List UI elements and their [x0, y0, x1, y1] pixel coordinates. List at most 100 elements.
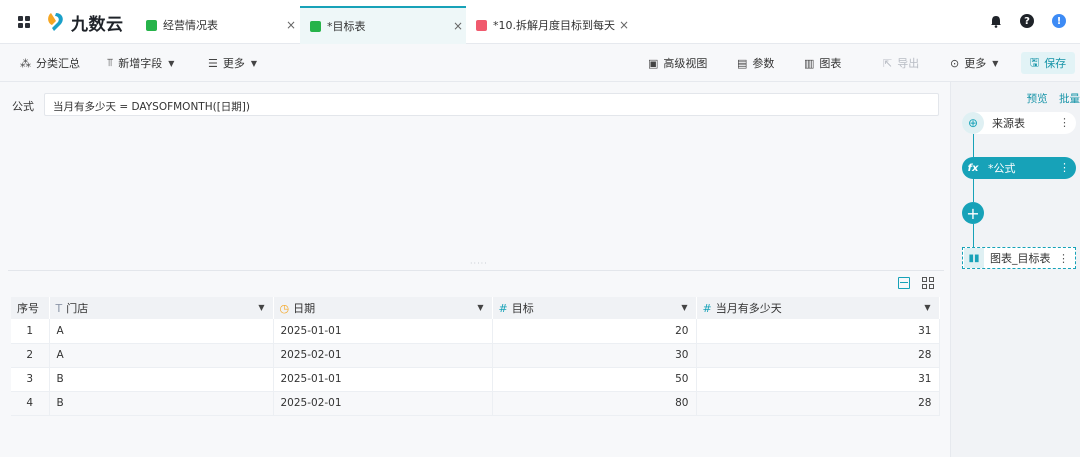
tab-business-status[interactable]: 经营情况表 × — [146, 6, 300, 44]
params-button[interactable]: ▤ 参数 — [737, 55, 774, 71]
flow-connector — [973, 134, 974, 159]
cell-target[interactable]: 30 — [492, 343, 697, 368]
formula-label: 公式 — [12, 100, 34, 113]
flow-connector — [973, 179, 974, 202]
app-logo[interactable]: 九数云 — [46, 10, 124, 35]
number-type-icon: # — [498, 302, 508, 315]
table-row[interactable]: 2 A 2025-02-01 30 28 — [11, 343, 940, 368]
advanced-view-button[interactable]: ▣ 高级视图 — [648, 55, 707, 71]
logo-mark-icon — [46, 11, 66, 33]
cell-date[interactable]: 2025-02-01 — [273, 391, 493, 416]
table-view-icon[interactable] — [898, 277, 910, 289]
column-header-label: 日期 — [293, 302, 316, 315]
more-vertical-icon[interactable]: ⋮ — [1059, 116, 1070, 129]
top-right-actions: ? ! — [990, 14, 1066, 28]
bell-icon[interactable] — [990, 15, 1002, 28]
list-icon: ☰ — [208, 56, 218, 70]
caret-down-icon: ▼ — [168, 58, 175, 68]
column-header-days-in-month[interactable]: # 当月有多少天 ▼ — [696, 297, 940, 319]
add-field-button[interactable]: ⫪ 新增字段 ▼ — [107, 55, 174, 71]
cell-days[interactable]: 31 — [696, 367, 940, 392]
toolbar: ⁂ 分类汇总 ⫪ 新增字段 ▼ ☰ 更多 ▼ ▣ 高级视图 ▤ 参数 ▥ 图表 … — [0, 44, 1080, 82]
cell-target[interactable]: 20 — [492, 319, 697, 344]
logo-text: 九数云 — [71, 14, 124, 35]
node-label: 来源表 — [992, 117, 1025, 130]
column-header-index[interactable]: 序号 — [11, 297, 50, 319]
bar-chart-icon: ▮▮ — [964, 248, 984, 268]
table-row[interactable]: 3 B 2025-01-01 50 31 — [11, 367, 940, 392]
add-step-button[interactable]: + — [962, 202, 984, 224]
more-button[interactable]: ☰ 更多 ▼ — [208, 55, 257, 71]
column-header-label: 当月有多少天 — [715, 302, 782, 315]
tab-monthly-breakdown[interactable]: *10.拆解月度目标到每天 × — [476, 6, 636, 44]
batch-link[interactable]: 批量 — [1059, 93, 1080, 105]
cell-target[interactable]: 80 — [492, 391, 697, 416]
column-header-store[interactable]: T 门店 ▼ — [49, 297, 274, 319]
column-header-label: 目标 — [511, 302, 534, 315]
flow-node-source[interactable]: ⊕ 来源表 ⋮ — [962, 112, 1076, 134]
group-icon: ⁂ — [20, 56, 31, 70]
cell-store[interactable]: B — [49, 367, 274, 392]
cell-store[interactable]: A — [49, 343, 274, 368]
close-icon[interactable]: × — [453, 19, 463, 33]
caret-down-icon: ▼ — [250, 58, 258, 68]
splitter[interactable] — [8, 270, 944, 271]
cell-store[interactable]: B — [49, 391, 274, 416]
ellipsis-circle-icon: ⊙ — [950, 56, 960, 70]
close-icon[interactable]: × — [619, 18, 629, 32]
user-avatar-icon[interactable]: ! — [1052, 14, 1066, 28]
node-label: *公式 — [988, 162, 1016, 175]
chart-button[interactable]: ▥ 图表 — [804, 55, 841, 71]
more-actions-label: 更多 — [964, 57, 987, 70]
table-row[interactable]: 4 B 2025-02-01 80 28 — [11, 391, 940, 416]
more-actions-button[interactable]: ⊙ 更多 ▼ — [950, 55, 998, 71]
table-row[interactable]: 1 A 2025-01-01 20 31 — [11, 319, 940, 344]
cell-target[interactable]: 50 — [492, 367, 697, 392]
cell-days[interactable]: 31 — [696, 319, 940, 344]
caret-down-icon[interactable]: ▼ — [258, 303, 264, 312]
caret-down-icon[interactable]: ▼ — [924, 303, 930, 312]
params-icon: ▤ — [737, 56, 748, 70]
cell-date[interactable]: 2025-01-01 — [273, 319, 493, 344]
cell-days[interactable]: 28 — [696, 343, 940, 368]
cell-date[interactable]: 2025-01-01 — [273, 367, 493, 392]
resize-handle[interactable]: ····· — [470, 259, 488, 268]
more-vertical-icon[interactable]: ⋮ — [1059, 161, 1070, 174]
column-header-label: 门店 — [66, 302, 89, 315]
apps-grid-icon[interactable] — [18, 16, 30, 28]
number-type-icon: # — [702, 302, 712, 315]
help-icon[interactable]: ? — [1020, 14, 1034, 28]
formula-input[interactable]: 当月有多少天 = DAYSOFMONTH([日期]) — [44, 93, 939, 116]
column-header-target[interactable]: # 目标 ▼ — [492, 297, 697, 319]
source-icon: ⊕ — [962, 112, 984, 134]
data-table: 序号 T 门店 ▼ ◷ 日期 ▼ # 目标 ▼ # 当月有多少天 ▼ 1 A 2… — [11, 297, 940, 416]
more-vertical-icon[interactable]: ⋮ — [1058, 252, 1069, 265]
table-icon — [310, 20, 321, 32]
cell-store[interactable]: A — [49, 319, 274, 344]
column-header-date[interactable]: ◷ 日期 ▼ — [273, 297, 493, 319]
card-view-icon[interactable] — [922, 277, 934, 289]
caret-down-icon: ▼ — [992, 58, 999, 68]
cell-days[interactable]: 28 — [696, 391, 940, 416]
preview-link[interactable]: 预览 — [1027, 93, 1048, 105]
cell-index: 3 — [11, 367, 50, 392]
tab-target-table[interactable]: *目标表 × — [300, 6, 466, 44]
table-header-row: 序号 T 门店 ▼ ◷ 日期 ▼ # 目标 ▼ # 当月有多少天 ▼ — [11, 297, 940, 319]
close-icon[interactable]: × — [286, 18, 296, 32]
flow-node-formula[interactable]: fx *公式 ⋮ — [962, 157, 1076, 179]
panel-links: 预览 批量 — [1027, 91, 1080, 106]
export-icon: ⇱ — [883, 56, 893, 70]
caret-down-icon[interactable]: ▼ — [477, 303, 483, 312]
export-button[interactable]: ⇱ 导出 — [883, 55, 919, 71]
fx-icon: fx — [967, 162, 979, 174]
view-toggle — [898, 277, 934, 289]
flow-node-chart[interactable]: ▮▮ 图表_目标表 ⋮ — [962, 247, 1076, 269]
save-button[interactable]: 🖫 保存 — [1021, 52, 1075, 74]
more-label: 更多 — [222, 57, 245, 70]
cell-index: 2 — [11, 343, 50, 368]
cell-date[interactable]: 2025-02-01 — [273, 343, 493, 368]
caret-down-icon[interactable]: ▼ — [681, 303, 687, 312]
group-summary-label: 分类汇总 — [36, 57, 80, 70]
advanced-view-label: 高级视图 — [663, 57, 708, 70]
group-summary-button[interactable]: ⁂ 分类汇总 — [20, 55, 80, 71]
